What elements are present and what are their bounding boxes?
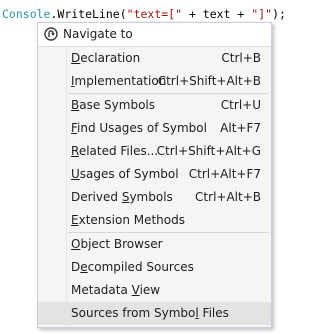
menu-item-label: Metadata View	[71, 283, 161, 297]
code-token-expression: + text +	[182, 7, 252, 21]
menu-item-find-usages[interactable]: Find Usages of Symbol Alt+F7	[38, 117, 271, 140]
menu-item-extension-methods[interactable]: Extension Methods	[38, 209, 271, 232]
menu-item-metadata-view[interactable]: Metadata View	[38, 279, 271, 302]
menu-item-declaration[interactable]: Declaration Ctrl+B	[38, 47, 271, 70]
menu-item-shortcut: Ctrl+B	[221, 51, 261, 65]
popup-title: Navigate to	[63, 27, 133, 41]
menu-item-shortcut: Alt+F7	[220, 121, 261, 135]
menu-item-object-browser[interactable]: Object Browser	[38, 233, 271, 256]
menu-item-sources-from-symbol-files[interactable]: Sources from Symbol Files	[38, 302, 271, 325]
menu-item-label: Related Files...	[71, 144, 159, 158]
menu-item-decompiled-sources[interactable]: Decompiled Sources	[38, 256, 271, 279]
code-token-class: Console	[2, 7, 51, 21]
code-token-string-2: "]"	[251, 7, 273, 21]
menu-item-label: Sources from Symbol Files	[71, 306, 229, 320]
menu-item-usages-of-symbol[interactable]: Usages of Symbol Ctrl+Alt+F7	[38, 163, 271, 186]
menu-item-label: Derived Symbols	[71, 190, 173, 204]
menu-item-label: Usages of Symbol	[71, 167, 179, 181]
menu-item-shortcut: Ctrl+Shift+Alt+G	[156, 144, 261, 158]
code-token-string-1: "text=["	[126, 7, 183, 21]
navigate-icon	[44, 27, 58, 41]
popup-header: Navigate to	[38, 23, 271, 47]
menu-item-shortcut: Ctrl+U	[220, 98, 261, 112]
menu-item-related-files[interactable]: Related Files... Ctrl+Shift+Alt+G	[38, 140, 271, 163]
menu-item-label: Base Symbols	[71, 98, 155, 112]
menu-item-label: Implementation	[71, 74, 167, 88]
menu-item-shortcut: Ctrl+Alt+F7	[188, 167, 261, 181]
code-line: Console.WriteLine("text=[" + text + "]")…	[2, 5, 286, 23]
navigate-to-popup: Navigate to Declaration Ctrl+B Implement…	[37, 22, 272, 328]
menu-item-label: Declaration	[71, 51, 141, 65]
code-token-end: );	[272, 7, 286, 21]
menu-item-derived-symbols[interactable]: Derived Symbols Ctrl+Alt+B	[38, 186, 271, 209]
menu-item-implementation[interactable]: Implementation Ctrl+Shift+Alt+B	[38, 70, 271, 93]
menu-item-base-symbols[interactable]: Base Symbols Ctrl+U	[38, 94, 271, 117]
code-token-method: .WriteLine(	[50, 7, 127, 21]
menu-item-label: Find Usages of Symbol	[71, 121, 207, 135]
menu-item-shortcut: Ctrl+Alt+B	[195, 190, 261, 204]
navigate-menu: Declaration Ctrl+B Implementation Ctrl+S…	[38, 47, 271, 325]
menu-item-label: Decompiled Sources	[71, 260, 194, 274]
menu-item-shortcut: Ctrl+Shift+Alt+B	[157, 74, 261, 88]
menu-item-label: Object Browser	[71, 237, 163, 251]
menu-item-label: Extension Methods	[71, 213, 185, 227]
